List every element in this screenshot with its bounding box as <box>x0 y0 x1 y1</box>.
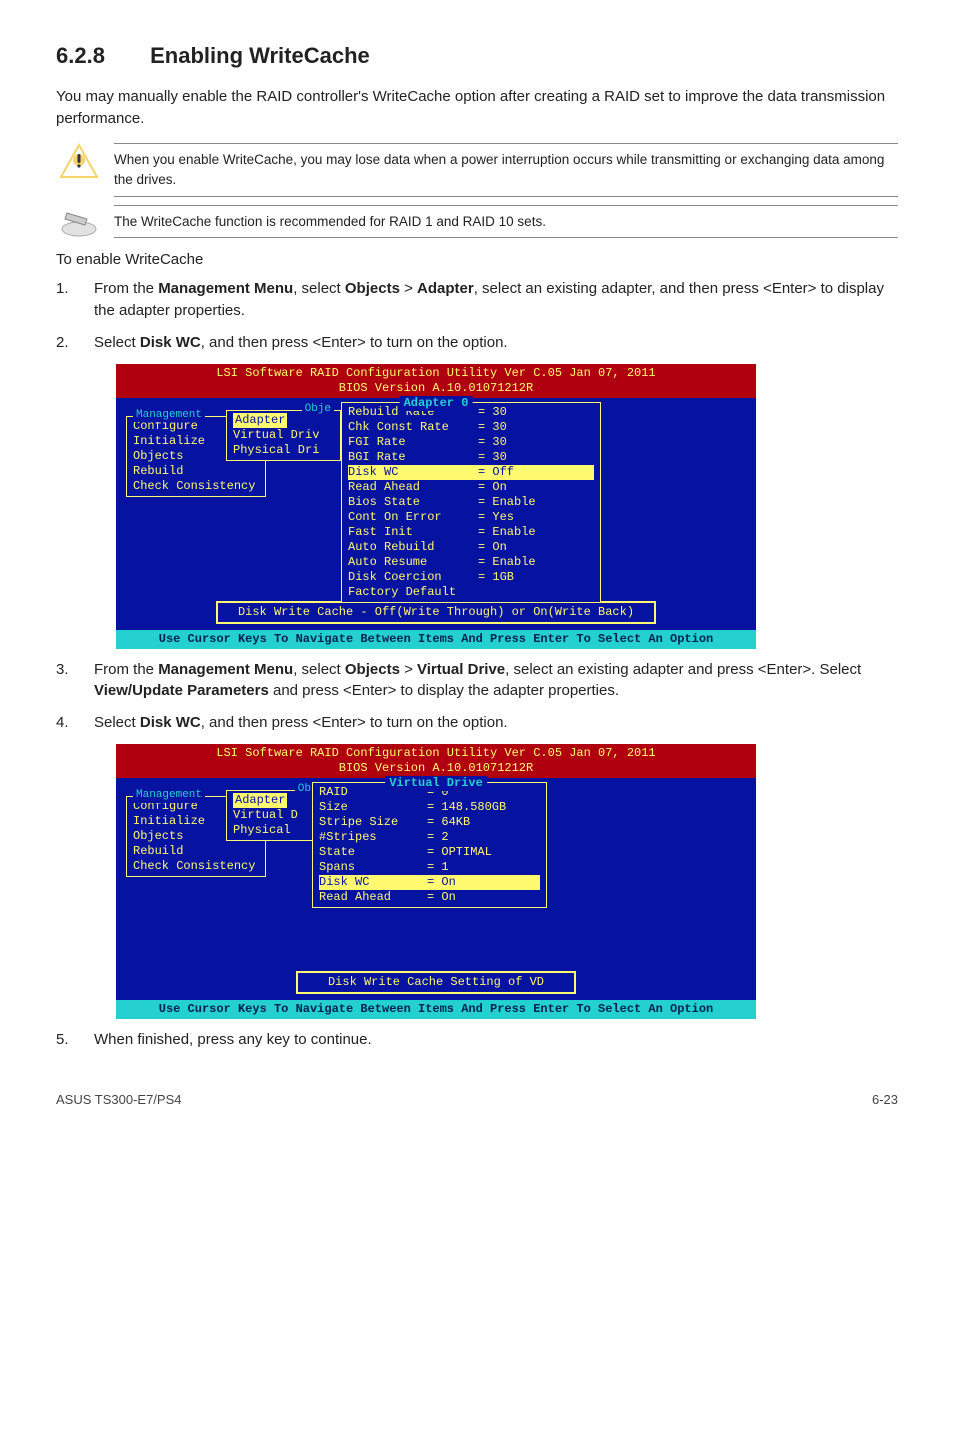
bios-title: LSI Software RAID Configuration Utility … <box>116 364 756 398</box>
property-row: FGI Rate= 30 <box>348 435 594 450</box>
step-text: When finished, press any key to continue… <box>94 1029 898 1051</box>
property-row: Cont On Error= Yes <box>348 510 594 525</box>
footer-page-number: 6-23 <box>872 1091 898 1110</box>
step-3: 3. From the Management Menu, select Obje… <box>56 659 898 703</box>
menu-item: Check Consistency <box>133 479 259 494</box>
step-number: 1. <box>56 278 72 322</box>
step-text: From the Management Menu, select Objects… <box>94 659 898 703</box>
bios-group-label: Virtual Drive <box>385 776 487 791</box>
menu-item: Rebuild <box>133 464 259 479</box>
menu-item: Physical Dri <box>233 443 334 458</box>
step-1: 1. From the Management Menu, select Obje… <box>56 278 898 322</box>
property-row: Read Ahead= On <box>319 890 540 905</box>
step-text: From the Management Menu, select Objects… <box>94 278 898 322</box>
note-callout: The WriteCache function is recommended f… <box>56 205 898 239</box>
property-row: BGI Rate= 30 <box>348 450 594 465</box>
property-row: Chk Const Rate= 30 <box>348 420 594 435</box>
virtual-drive-properties-panel: RAID= 0Size= 148.580GBStripe Size= 64KB#… <box>312 782 547 908</box>
menu-item: Physical <box>233 823 314 838</box>
intro-paragraph: You may manually enable the RAID control… <box>56 86 898 130</box>
property-row: Bios State= Enable <box>348 495 594 510</box>
property-row: State= OPTIMAL <box>319 845 540 860</box>
note-text: The WriteCache function is recommended f… <box>114 205 898 239</box>
bios-title: LSI Software RAID Configuration Utility … <box>116 744 756 778</box>
bios-screenshot-virtual-drive: LSI Software RAID Configuration Utility … <box>116 744 756 1019</box>
property-row: Auto Rebuild= On <box>348 540 594 555</box>
property-row: Read Ahead= On <box>348 480 594 495</box>
page-footer: ASUS TS300-E7/PS4 6-23 <box>56 1091 898 1110</box>
property-row-selected: Disk WC= On <box>319 875 540 890</box>
warning-callout: When you enable WriteCache, you may lose… <box>56 143 898 196</box>
menu-item-selected: Adapter <box>233 793 287 808</box>
warning-icon <box>56 143 102 181</box>
property-row: Auto Resume= Enable <box>348 555 594 570</box>
section-number: 6.2.8 <box>56 40 144 72</box>
menu-item-selected: Adapter <box>233 413 287 428</box>
bios-footer-hint: Use Cursor Keys To Navigate Between Item… <box>116 630 756 649</box>
step-2: 2. Select Disk WC, and then press <Enter… <box>56 332 898 354</box>
menu-item: Virtual Driv <box>233 428 334 443</box>
step-number: 4. <box>56 712 72 734</box>
step-text: Select Disk WC, and then press <Enter> t… <box>94 712 898 734</box>
objects-menu: Obje Adapter Virtual Driv Physical Dri <box>226 410 341 461</box>
footer-product: ASUS TS300-E7/PS4 <box>56 1091 182 1110</box>
section-heading: 6.2.8 Enabling WriteCache <box>56 40 898 72</box>
procedure-heading: To enable WriteCache <box>56 249 898 271</box>
property-row: Fast Init= Enable <box>348 525 594 540</box>
property-row-selected: Disk WC= Off <box>348 465 594 480</box>
step-number: 2. <box>56 332 72 354</box>
step-4: 4. Select Disk WC, and then press <Enter… <box>56 712 898 734</box>
step-number: 5. <box>56 1029 72 1051</box>
menu-item: Virtual D <box>233 808 314 823</box>
bios-group-label: Adapter 0 <box>400 396 473 411</box>
property-row: Stripe Size= 64KB <box>319 815 540 830</box>
property-row: Spans= 1 <box>319 860 540 875</box>
property-row: Disk Coercion= 1GB <box>348 570 594 585</box>
step-number: 3. <box>56 659 72 703</box>
bios-footer-hint: Use Cursor Keys To Navigate Between Item… <box>116 1000 756 1019</box>
menu-item: Check Consistency <box>133 859 259 874</box>
objects-menu: Ob Adapter Virtual D Physical <box>226 790 321 841</box>
property-row: #Stripes= 2 <box>319 830 540 845</box>
bios-message-box: Disk Write Cache Setting of VD <box>296 971 576 994</box>
step-text: Select Disk WC, and then press <Enter> t… <box>94 332 898 354</box>
step-5: 5. When finished, press any key to conti… <box>56 1029 898 1051</box>
adapter-properties-panel: Rebuild Rate= 30Chk Const Rate= 30FGI Ra… <box>341 402 601 603</box>
note-icon <box>56 205 102 239</box>
warning-text: When you enable WriteCache, you may lose… <box>114 143 898 196</box>
menu-item: Rebuild <box>133 844 259 859</box>
property-row: Factory Default <box>348 585 594 600</box>
bios-screenshot-adapter: LSI Software RAID Configuration Utility … <box>116 364 756 649</box>
property-row: Size= 148.580GB <box>319 800 540 815</box>
bios-message-box: Disk Write Cache - Off(Write Through) or… <box>216 601 656 624</box>
section-title: Enabling WriteCache <box>150 43 370 68</box>
